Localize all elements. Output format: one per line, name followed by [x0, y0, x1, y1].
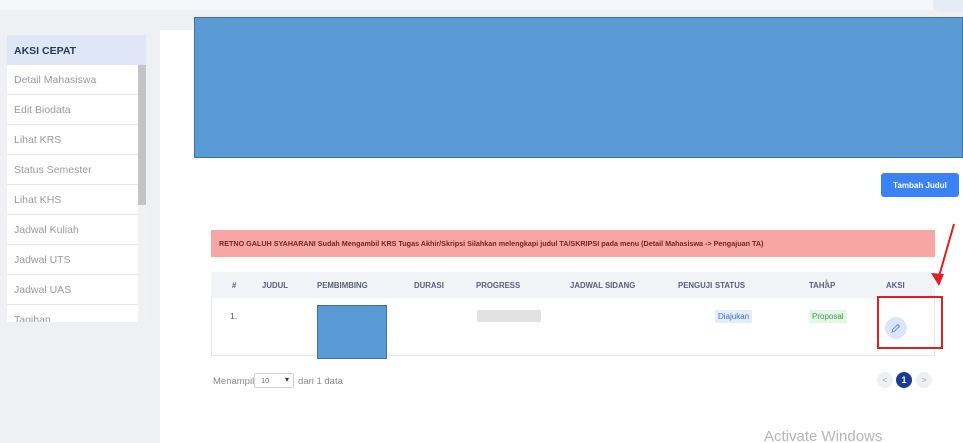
sidebar-scrollbar[interactable] — [138, 65, 146, 322]
column-header-judul: JUDUL — [262, 281, 288, 290]
redacted-banner — [194, 17, 963, 158]
column-header-pembimbing: PEMBIMBING — [317, 281, 368, 290]
redacted-pembimbing — [317, 305, 387, 359]
sidebar-item-jadwal-uts[interactable]: Jadwal UTS — [7, 245, 146, 275]
page-size-select[interactable]: 10 ▾ — [254, 373, 294, 388]
red-arrow-annotation — [931, 223, 955, 286]
top-right-control — [933, 0, 963, 12]
sidebar-header: AKSI CEPAT — [7, 35, 146, 65]
edit-highlight-box — [877, 296, 943, 349]
sidebar-item-detail-mahasiswa[interactable]: Detail Mahasiswa — [7, 65, 146, 95]
top-bar — [0, 0, 963, 10]
sidebar-item-jadwal-kuliah[interactable]: Jadwal Kuliah — [7, 215, 146, 245]
quick-actions-sidebar: AKSI CEPAT Detail Mahasiswa Edit Biodata… — [7, 35, 146, 322]
krs-alert: RETNO GALUH SYAHARANI Sudah Mengambil KR… — [211, 230, 935, 257]
sidebar-item-status-semester[interactable]: Status Semester — [7, 155, 146, 185]
sidebar-item-tagihan[interactable]: Tagihan — [7, 305, 146, 322]
pagination-current-page[interactable]: 1 — [896, 372, 912, 388]
column-header-progress: PROGRESS — [476, 281, 521, 290]
pagination-next-button[interactable]: > — [916, 372, 932, 388]
sidebar-item-lihat-khs[interactable]: Lihat KHS — [7, 185, 146, 215]
add-title-button[interactable]: Tambah Judul — [881, 173, 959, 197]
sort-icon[interactable]: ▲ ▼ — [823, 278, 831, 291]
column-header-status: STATUS — [715, 281, 746, 290]
sidebar-item-jadwal-uas[interactable]: Jadwal UAS — [7, 275, 146, 305]
sidebar-scrollbar-thumb[interactable] — [138, 65, 146, 205]
sidebar-item-lihat-krs[interactable]: Lihat KRS — [7, 125, 146, 155]
column-header-number: # — [232, 281, 237, 290]
sidebar-item-edit-biodata[interactable]: Edit Biodata — [7, 95, 146, 125]
column-header-jadwal-sidang: JADWAL SIDANG — [570, 281, 636, 290]
data-count-label: dari 1 data — [298, 376, 343, 387]
status-badge: Diajukan — [715, 310, 753, 323]
progress-bar — [477, 310, 541, 322]
row-number: 1. — [230, 311, 238, 321]
page-size-value: 10 — [261, 376, 270, 385]
stage-badge: Proposal — [809, 310, 847, 323]
chevron-down-icon: ▾ — [284, 375, 289, 384]
column-header-penguji: PENGUJI — [678, 281, 713, 290]
column-header-durasi: DURASI — [414, 281, 444, 290]
pagination-prev-button[interactable]: < — [877, 372, 893, 388]
column-header-aksi: AKSI — [886, 281, 905, 290]
windows-watermark: Activate Windows — [764, 428, 883, 443]
